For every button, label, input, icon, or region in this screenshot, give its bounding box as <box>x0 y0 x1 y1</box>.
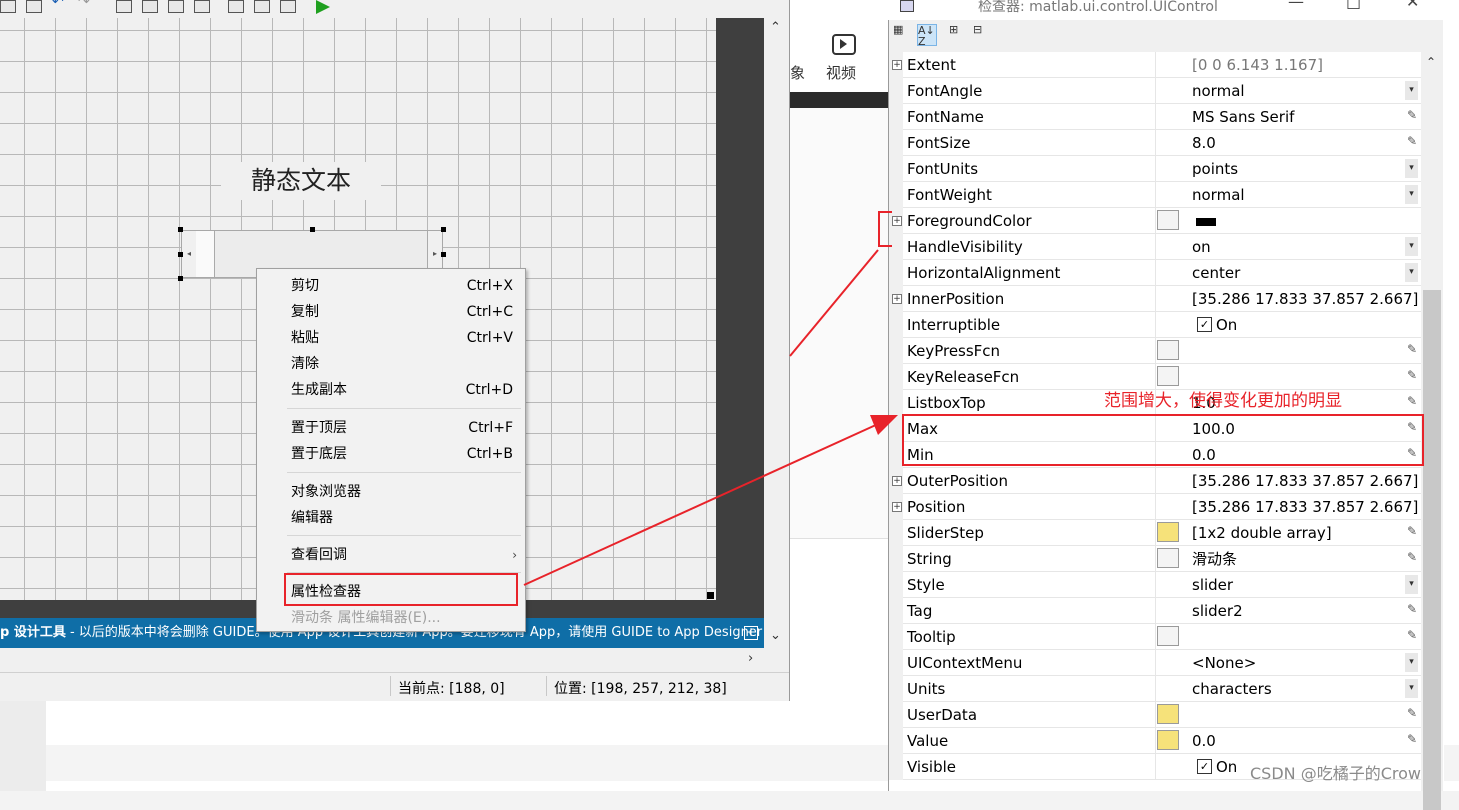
arrow-line <box>523 423 879 586</box>
annotation-arrows <box>523 249 898 586</box>
arrow-line <box>789 249 879 357</box>
watermark: CSDN @吃橘子的Crow <box>1250 764 1421 783</box>
arrow-head <box>870 415 898 435</box>
